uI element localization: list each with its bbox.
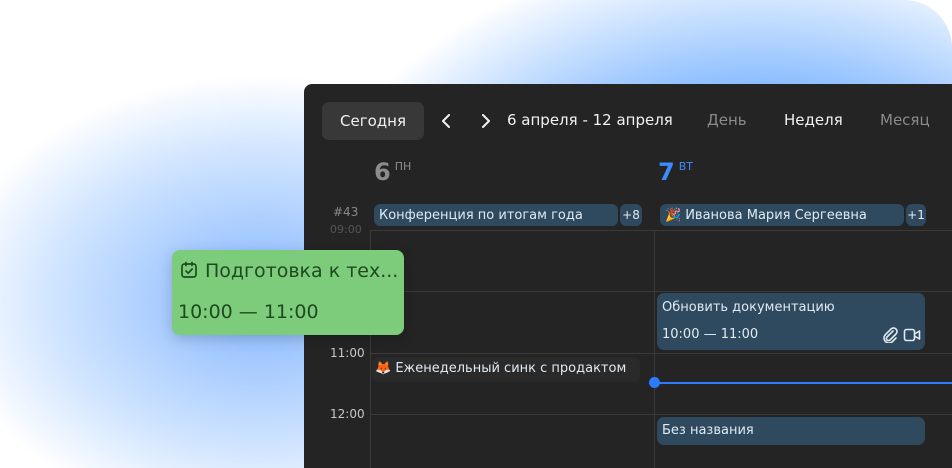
event-title: Обновить документацию xyxy=(662,300,835,315)
next-week-button[interactable] xyxy=(476,110,496,132)
party-icon: 🎉 xyxy=(665,207,682,223)
calendar-toolbar: Сегодня 6 апреля - 12 апреля День Неделя… xyxy=(304,84,952,160)
time-label: 11:00 xyxy=(330,346,365,360)
allday-event-birthday[interactable]: 🎉 Иванова Мария Сергеевна xyxy=(660,204,904,226)
dragged-event-title: Подготовка к тех... xyxy=(205,260,399,282)
grid-hour-line xyxy=(370,353,952,354)
time-label: 12:00 xyxy=(330,407,365,421)
event-time: 10:00 — 11:00 xyxy=(662,327,759,342)
current-time-line xyxy=(654,382,952,384)
event-title: Без названия xyxy=(662,423,754,438)
event-title: Конференция по итогам года xyxy=(379,207,583,223)
day-weekday: ПН xyxy=(394,160,412,173)
today-button[interactable]: Сегодня xyxy=(322,102,424,140)
dragged-event-time: 10:00 — 11:00 xyxy=(178,301,319,323)
event-icons xyxy=(881,327,921,343)
fox-icon: 🦊 xyxy=(375,361,392,376)
chevron-right-icon xyxy=(482,114,490,128)
event-title: Иванова Мария Сергеевна xyxy=(685,207,867,223)
event-title-row: 🦊 Еженедельный синк с продактом xyxy=(375,361,626,376)
tab-week[interactable]: Неделя xyxy=(784,111,843,129)
grid-hour-line xyxy=(370,414,952,415)
event-untitled[interactable]: Без названия xyxy=(657,417,925,445)
event-title: Еженедельный синк с продактом xyxy=(395,361,627,376)
day-number: 6 xyxy=(374,158,391,186)
event-update-docs[interactable]: Обновить документацию 10:00 — 11:00 xyxy=(657,293,925,350)
tab-month[interactable]: Месяц xyxy=(880,111,930,129)
calendar-check-icon xyxy=(181,261,197,278)
dragged-event-card[interactable]: Подготовка к тех... 10:00 — 11:00 xyxy=(172,250,404,335)
day-header-mon[interactable]: 6 ПН xyxy=(374,158,411,186)
date-range-label: 6 апреля - 12 апреля xyxy=(507,111,673,129)
grid-hour-line xyxy=(370,230,952,231)
paperclip-icon xyxy=(883,327,898,343)
time-label: 09:00 xyxy=(330,223,362,236)
event-weekly-sync[interactable]: 🦊 Еженедельный синк с продактом xyxy=(372,357,640,382)
day-weekday: ВТ xyxy=(678,160,693,173)
day-header-tue[interactable]: 7 ВТ xyxy=(658,158,693,186)
tab-day[interactable]: День xyxy=(707,111,747,129)
grid-column-divider xyxy=(654,230,655,468)
week-number: #43 xyxy=(333,205,359,219)
more-events-button[interactable]: +1 xyxy=(906,204,926,226)
allday-event-conference[interactable]: Конференция по итогам года xyxy=(374,204,618,226)
chevron-left-icon xyxy=(442,114,450,128)
more-events-button[interactable]: +8 xyxy=(620,204,642,226)
grid-hour-line xyxy=(370,291,952,292)
day-number: 7 xyxy=(658,158,675,186)
prev-week-button[interactable] xyxy=(436,110,456,132)
video-icon xyxy=(903,328,921,342)
